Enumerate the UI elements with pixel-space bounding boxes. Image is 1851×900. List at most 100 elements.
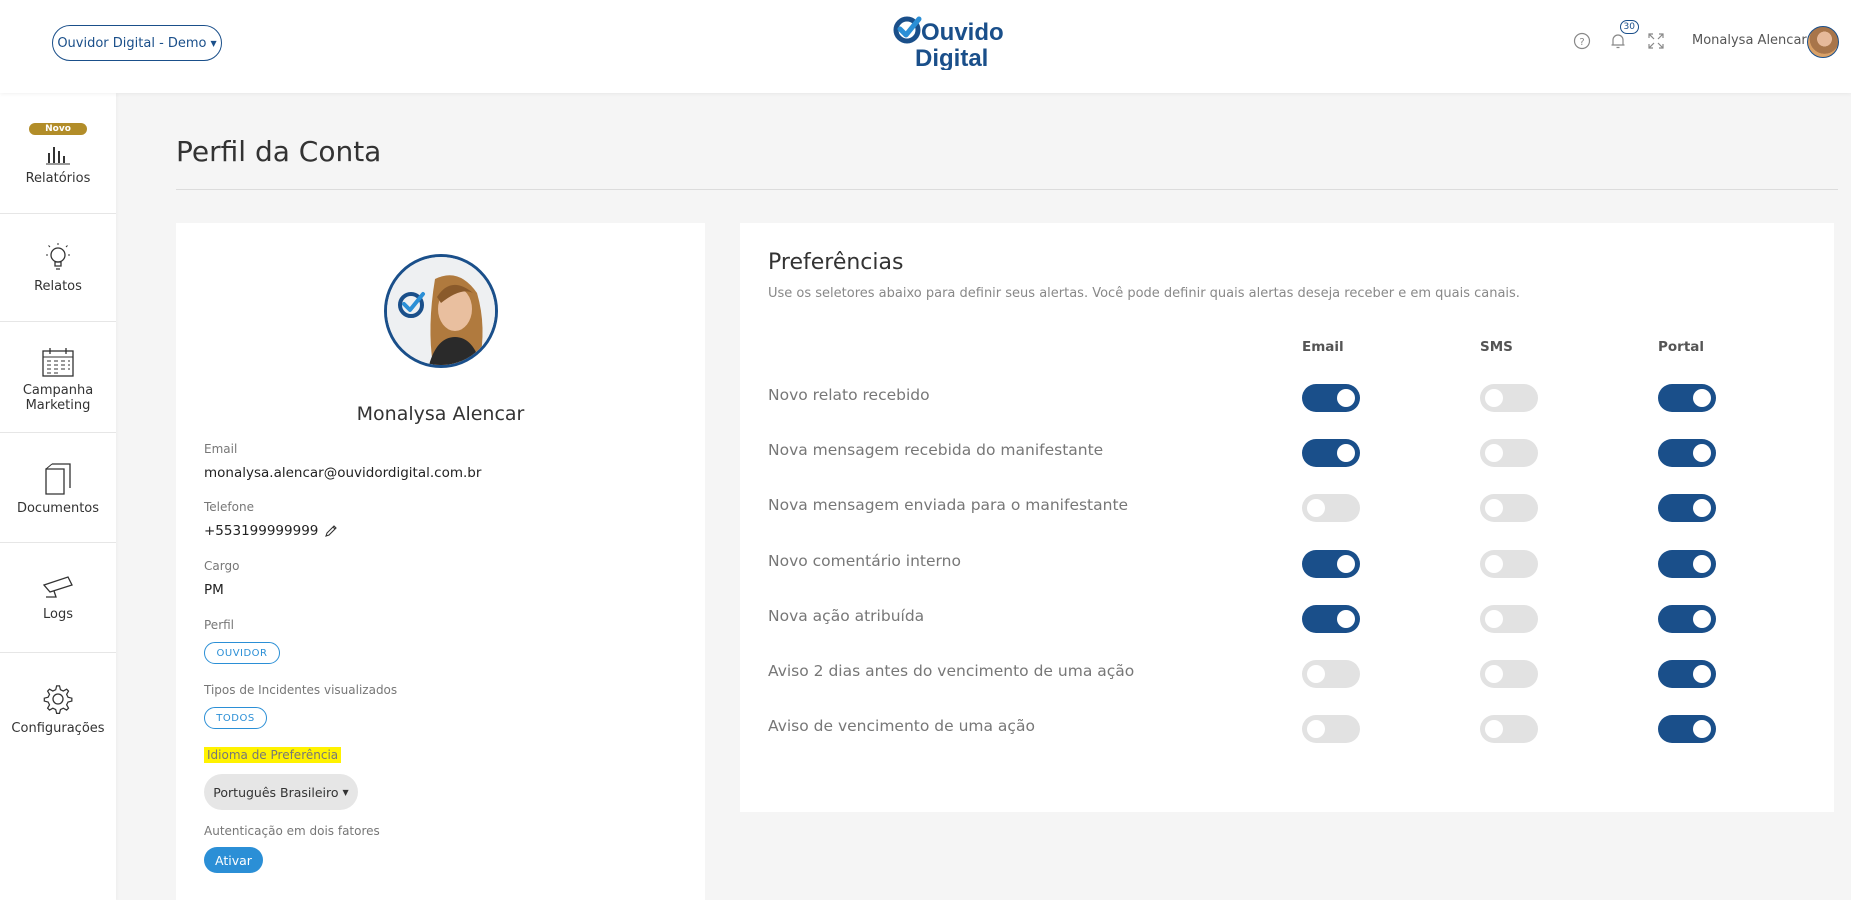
preference-row-label: Aviso de vencimento de uma ação — [768, 717, 1035, 735]
camera-icon — [42, 576, 73, 598]
toggle-knob — [1485, 720, 1503, 738]
language-label: Idioma de Preferência — [204, 747, 342, 763]
toggle-sms[interactable] — [1480, 605, 1538, 633]
toggle-email[interactable] — [1302, 439, 1360, 467]
toggle-email[interactable] — [1302, 384, 1360, 412]
role-label: Cargo — [204, 559, 240, 573]
toggle-portal[interactable] — [1658, 494, 1716, 522]
top-header: Ouvidor Digital - Demo ▼ Ouvidor Digital… — [0, 0, 1851, 93]
user-name[interactable]: Monalysa Alencar — [1692, 33, 1807, 48]
sidebar-item-label: Documentos — [16, 501, 100, 516]
logo-text-top: Ouvidor — [921, 19, 1003, 46]
sidebar-item-relatos[interactable]: Relatos — [0, 243, 116, 294]
notifications-icon[interactable]: 30 — [1607, 20, 1639, 52]
toggle-knob — [1307, 665, 1325, 683]
preferences-description: Use os seletores abaixo para definir seu… — [768, 286, 1520, 301]
title-divider — [176, 189, 1838, 190]
sidebar-item-campanha-marketing[interactable]: Campanha Marketing — [0, 347, 116, 413]
activate-two-factor-button[interactable]: Ativar — [204, 847, 263, 873]
toggle-knob — [1693, 720, 1711, 738]
caret-down-icon: ▼ — [342, 787, 349, 797]
svg-text:?: ? — [1579, 37, 1584, 48]
toggle-knob — [1693, 389, 1711, 407]
toggle-sms[interactable] — [1480, 715, 1538, 743]
incident-types-badge: TODOS — [204, 707, 267, 729]
sidebar: Novo Relatórios Relatos Campanha Marketi… — [0, 93, 116, 900]
edit-pencil-icon[interactable] — [324, 524, 338, 538]
profile-photo[interactable] — [384, 254, 498, 368]
new-badge: Novo — [29, 123, 87, 135]
toggle-knob — [1307, 499, 1325, 517]
toggle-email[interactable] — [1302, 660, 1360, 688]
sidebar-item-relatorios[interactable]: Novo Relatórios — [0, 123, 116, 186]
toggle-knob — [1485, 499, 1503, 517]
toggle-knob — [1485, 665, 1503, 683]
toggle-portal[interactable] — [1658, 550, 1716, 578]
toggle-email[interactable] — [1302, 494, 1360, 522]
toggle-knob — [1485, 444, 1503, 462]
user-avatar[interactable] — [1807, 26, 1839, 58]
toggle-portal[interactable] — [1658, 605, 1716, 633]
column-header-sms: SMS — [1480, 339, 1513, 355]
sidebar-item-label: Relatos — [34, 279, 82, 294]
language-select-value: Português Brasileiro — [213, 784, 339, 800]
sidebar-item-logs[interactable]: Logs — [0, 575, 116, 622]
toggle-email[interactable] — [1302, 605, 1360, 633]
toggle-sms[interactable] — [1480, 384, 1538, 412]
two-factor-label: Autenticação em dois fatores — [204, 824, 380, 838]
lightbulb-icon — [46, 243, 70, 270]
sidebar-item-documentos[interactable]: Documentos — [0, 463, 116, 516]
organization-select-label: Ouvidor Digital - Demo — [57, 35, 207, 51]
toggle-knob — [1693, 499, 1711, 517]
toggle-sms[interactable] — [1480, 660, 1538, 688]
gear-icon — [43, 685, 73, 715]
toggle-portal[interactable] — [1658, 715, 1716, 743]
sidebar-item-configuracoes[interactable]: Configurações — [0, 683, 116, 736]
language-select[interactable]: Português Brasileiro ▼ — [204, 774, 358, 810]
preferences-card: Preferências Use os seletores abaixo par… — [740, 223, 1834, 812]
toggle-email[interactable] — [1302, 715, 1360, 743]
toggle-knob — [1337, 444, 1355, 462]
role-value: PM — [204, 582, 224, 598]
toggle-knob — [1485, 389, 1503, 407]
toggle-knob — [1337, 610, 1355, 628]
caret-down-icon: ▼ — [210, 38, 217, 48]
logo-text-bottom: Digital — [915, 45, 988, 70]
toggle-sms[interactable] — [1480, 439, 1538, 467]
email-label: Email — [204, 442, 238, 456]
toggle-portal[interactable] — [1658, 439, 1716, 467]
language-label-text: Idioma de Preferência — [204, 747, 342, 763]
column-header-email: Email — [1302, 339, 1344, 355]
preference-row-label: Novo comentário interno — [768, 552, 961, 570]
preferences-title: Preferências — [768, 250, 904, 275]
toggle-knob — [1337, 555, 1355, 573]
phone-label: Telefone — [204, 500, 254, 514]
bar-chart-icon — [46, 147, 70, 165]
toggle-knob — [1693, 555, 1711, 573]
preference-row-label: Aviso 2 dias antes do vencimento de uma … — [768, 662, 1135, 680]
toggle-sms[interactable] — [1480, 550, 1538, 578]
ouvidor-digital-logo[interactable]: Ouvidor Digital — [893, 14, 1013, 72]
preference-row-label: Nova mensagem recebida do manifestante — [768, 441, 1104, 459]
sidebar-item-label: Logs — [43, 607, 73, 622]
organization-select[interactable]: Ouvidor Digital - Demo ▼ — [52, 25, 222, 61]
profile-badge: OUVIDOR — [204, 642, 280, 664]
fullscreen-icon[interactable] — [1645, 30, 1667, 52]
toggle-knob — [1693, 610, 1711, 628]
profile-card: Monalysa Alencar Email monalysa.alencar@… — [176, 223, 705, 900]
toggle-portal[interactable] — [1658, 384, 1716, 412]
toggle-knob — [1485, 610, 1503, 628]
toggle-email[interactable] — [1302, 550, 1360, 578]
toggle-portal[interactable] — [1658, 660, 1716, 688]
preference-row-label: Nova ação atribuída — [768, 607, 925, 625]
sidebar-item-label: Configurações — [11, 721, 105, 736]
calendar-icon — [42, 348, 74, 377]
column-header-portal: Portal — [1658, 339, 1705, 355]
email-value: monalysa.alencar@ouvidordigital.com.br — [204, 465, 482, 481]
toggle-knob — [1693, 665, 1711, 683]
profile-label: Perfil — [204, 618, 235, 632]
preference-row-label: Novo relato recebido — [768, 386, 930, 404]
toggle-knob — [1485, 555, 1503, 573]
toggle-sms[interactable] — [1480, 494, 1538, 522]
help-icon[interactable]: ? — [1571, 30, 1593, 52]
